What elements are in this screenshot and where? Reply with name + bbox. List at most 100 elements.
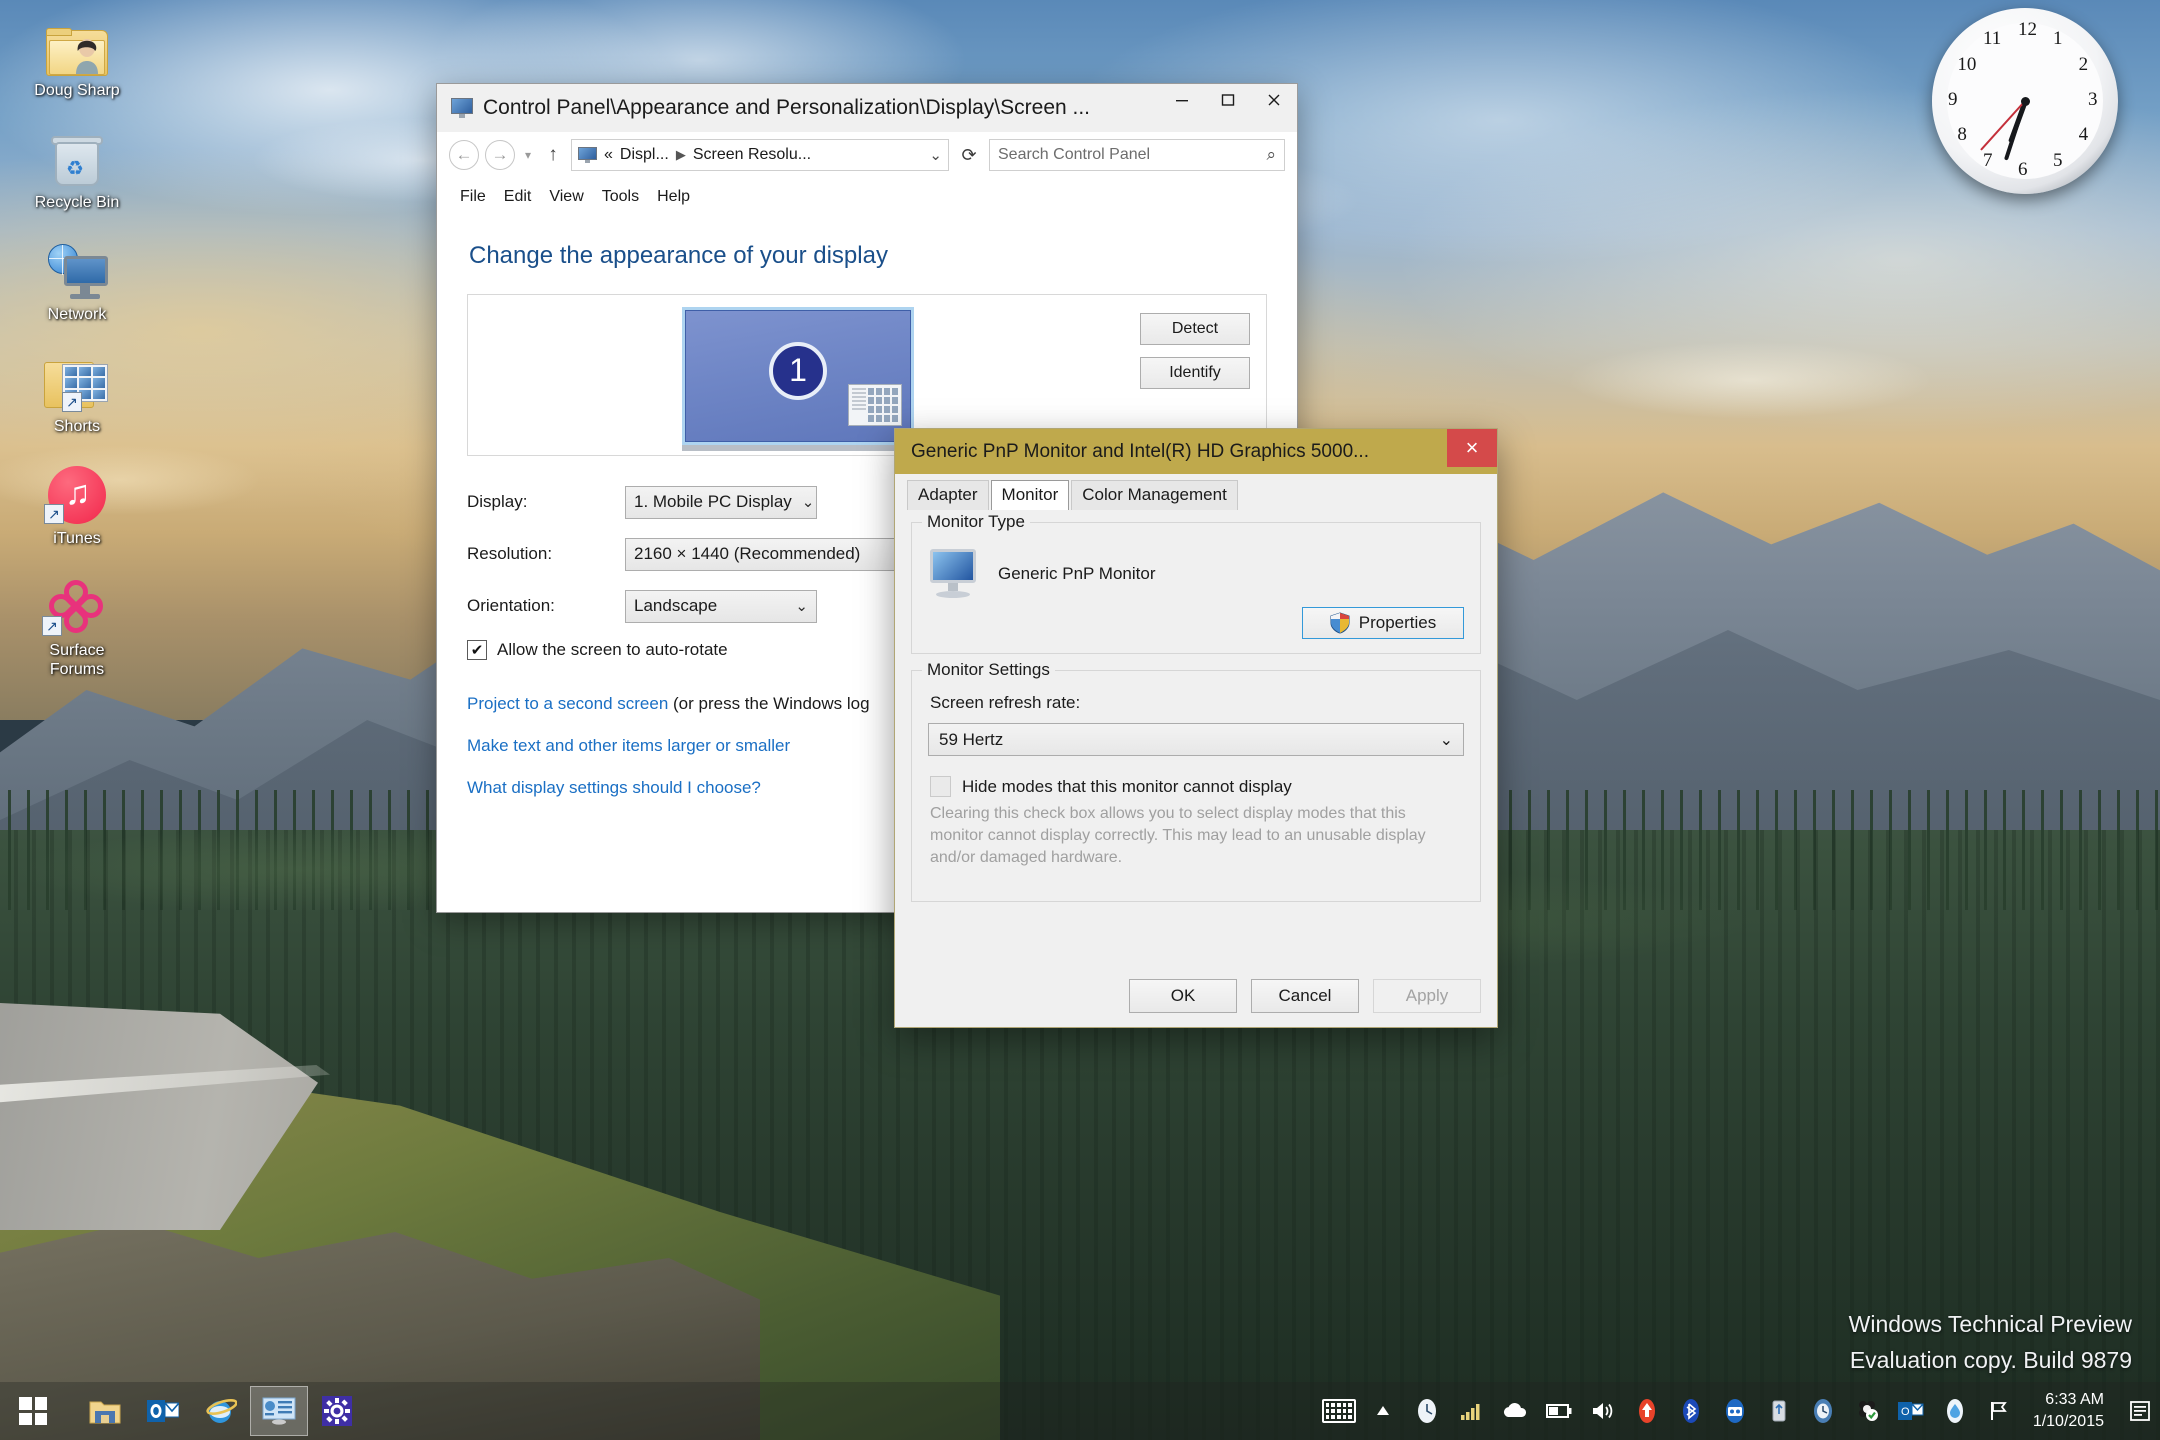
chevron-down-icon[interactable]: ⌄ xyxy=(929,146,942,164)
flag-icon[interactable] xyxy=(1977,1389,2021,1433)
maximize-button[interactable] xyxy=(1205,84,1251,116)
touch-keyboard-icon[interactable] xyxy=(1317,1389,1361,1433)
display-select[interactable]: 1. Mobile PC Display ⌄ xyxy=(625,485,817,519)
ok-button[interactable]: OK xyxy=(1129,979,1237,1013)
up-button[interactable]: ↑ xyxy=(541,144,565,166)
search-input[interactable]: Search Control Panel xyxy=(998,146,1266,164)
display-tray-icon[interactable] xyxy=(1713,1389,1757,1433)
hide-modes-label: Hide modes that this monitor cannot disp… xyxy=(962,776,1292,796)
breadcrumb-item-screen-resolution[interactable]: Screen Resolu... xyxy=(693,146,811,164)
menu-file[interactable]: File xyxy=(451,184,495,210)
clock-numeral: 6 xyxy=(2018,159,2028,180)
refresh-rate-select[interactable]: 59 Hertz ⌄ xyxy=(928,723,1464,756)
cancel-button[interactable]: Cancel xyxy=(1251,979,1359,1013)
battery-icon[interactable] xyxy=(1537,1389,1581,1433)
refresh-button[interactable]: ⟳ xyxy=(955,140,983,170)
menu-help[interactable]: Help xyxy=(648,184,699,210)
clock-numeral: 5 xyxy=(2053,149,2063,171)
menu-edit[interactable]: Edit xyxy=(495,184,541,210)
clock-numeral: 2 xyxy=(2078,54,2089,75)
desktop-icon-doug-sharp[interactable]: Doug Sharp xyxy=(2,10,152,100)
taskbar-clock[interactable]: 6:33 AM 1/10/2015 xyxy=(2025,1389,2120,1433)
clock-time: 6:33 AM xyxy=(2045,1391,2104,1408)
control-panel-titlebar[interactable]: Control Panel\Appearance and Personaliza… xyxy=(437,84,1297,132)
svg-text:O: O xyxy=(1901,1406,1910,1418)
clock-numeral: 3 xyxy=(2088,89,2098,110)
control-panel-menubar: File Edit View Tools Help xyxy=(437,178,1297,216)
resolution-select[interactable]: 2160 × 1440 (Recommended) xyxy=(625,537,911,571)
monitor-actions: Detect Identify xyxy=(1140,313,1250,389)
windows-logo-icon xyxy=(19,1397,47,1425)
control-panel-taskbar-icon[interactable] xyxy=(250,1386,308,1436)
address-bar[interactable]: « Displ... ▶ Screen Resolu... ⌄ xyxy=(571,139,949,171)
time-sync-icon[interactable] xyxy=(1801,1389,1845,1433)
desktop-icon-itunes[interactable]: ♫ ↗ iTunes xyxy=(2,458,152,548)
hide-modes-description: Clearing this check box allows you to se… xyxy=(930,805,1426,866)
search-box[interactable]: Search Control Panel ⌕ xyxy=(989,139,1285,171)
desktop-icon-surface-forums[interactable]: ↗ Surface Forums xyxy=(2,570,152,679)
display-label: Display: xyxy=(467,492,528,511)
orange-arrow-icon[interactable] xyxy=(1625,1389,1669,1433)
breadcrumb-item-display[interactable]: Displ... xyxy=(620,146,669,164)
chevron-down-icon: ⌄ xyxy=(1439,731,1453,749)
control-panel-navbar: ← → ▾ ↑ « Displ... ▶ Screen Resolu... ⌄ … xyxy=(437,132,1297,178)
recent-locations-button[interactable]: ▾ xyxy=(521,148,535,162)
menu-view[interactable]: View xyxy=(540,184,592,210)
volume-icon[interactable] xyxy=(1581,1389,1625,1433)
clock-numeral: 8 xyxy=(1957,124,1967,145)
close-icon[interactable]: × xyxy=(1447,429,1497,467)
close-button[interactable] xyxy=(1251,84,1297,116)
clock-numeral: 10 xyxy=(1957,54,1977,75)
dialog-titlebar[interactable]: Generic PnP Monitor and Intel(R) HD Grap… xyxy=(895,429,1497,474)
monitor-icon xyxy=(928,549,980,599)
monitor-type-legend: Monitor Type xyxy=(922,512,1030,532)
back-button[interactable]: ← xyxy=(449,140,479,170)
show-hidden-icons-icon[interactable] xyxy=(1361,1389,1405,1433)
start-button[interactable] xyxy=(0,1382,66,1440)
bluetooth-icon[interactable] xyxy=(1669,1389,1713,1433)
antivirus-icon[interactable] xyxy=(1845,1389,1889,1433)
desktop-icon-network[interactable]: Network xyxy=(2,234,152,324)
forward-button[interactable]: → xyxy=(485,140,515,170)
breadcrumb-root[interactable]: « xyxy=(604,146,613,164)
itunes-icon: ♫ ↗ xyxy=(2,458,152,524)
onedrive-icon[interactable] xyxy=(1493,1389,1537,1433)
dialog-tabs: Adapter Monitor Color Management xyxy=(895,474,1497,512)
properties-button[interactable]: Properties xyxy=(1302,607,1464,639)
monitor-thumbnail-icon xyxy=(848,384,902,426)
control-panel-window-icon xyxy=(451,97,473,118)
network-signal-icon[interactable] xyxy=(1449,1389,1493,1433)
outlook-tray-icon[interactable]: O xyxy=(1889,1389,1933,1433)
tab-monitor[interactable]: Monitor xyxy=(990,480,1070,512)
hide-modes-row[interactable]: Hide modes that this monitor cannot disp… xyxy=(930,776,1464,797)
menu-tools[interactable]: Tools xyxy=(593,184,648,210)
detect-button[interactable]: Detect xyxy=(1140,313,1250,345)
analog-clock-gadget[interactable]: 12 1 2 3 4 5 6 7 8 9 10 11 xyxy=(1932,8,2118,194)
clock-tray-icon[interactable] xyxy=(1405,1389,1449,1433)
hide-modes-checkbox[interactable] xyxy=(930,776,951,797)
tab-adapter[interactable]: Adapter xyxy=(907,480,989,510)
action-center-icon[interactable] xyxy=(2120,1389,2160,1433)
identify-button[interactable]: Identify xyxy=(1140,357,1250,389)
usb-safely-remove-icon[interactable] xyxy=(1757,1389,1801,1433)
user-folder-icon xyxy=(2,10,152,76)
desktop-icon-recycle-bin[interactable]: ♻ Recycle Bin xyxy=(2,122,152,212)
minimize-button[interactable] xyxy=(1159,84,1205,116)
orientation-select[interactable]: Landscape ⌄ xyxy=(625,589,817,623)
desktop-icon-label: Doug Sharp xyxy=(34,82,120,99)
orientation-label: Orientation: xyxy=(467,596,555,615)
outlook-taskbar-icon[interactable] xyxy=(134,1386,192,1436)
desktop-icon-shorts[interactable]: ↗ Shorts xyxy=(2,346,152,436)
tab-color-management[interactable]: Color Management xyxy=(1071,480,1238,510)
file-explorer-taskbar-icon[interactable] xyxy=(76,1386,134,1436)
weather-icon[interactable] xyxy=(1933,1389,1977,1433)
internet-explorer-taskbar-icon[interactable] xyxy=(192,1386,250,1436)
orientation-select-value: Landscape xyxy=(634,596,718,615)
monitor-number-badge: 1 xyxy=(769,341,827,400)
settings-taskbar-icon[interactable] xyxy=(308,1386,366,1436)
dialog-body: Monitor Type Generic PnP Monitor Propert… xyxy=(895,510,1497,965)
auto-rotate-checkbox[interactable]: ✔ xyxy=(467,640,487,660)
chevron-down-icon: ⌄ xyxy=(801,494,815,511)
monitor-preview-1[interactable]: 1 xyxy=(682,307,914,445)
clock-numeral: 9 xyxy=(1948,89,1958,110)
